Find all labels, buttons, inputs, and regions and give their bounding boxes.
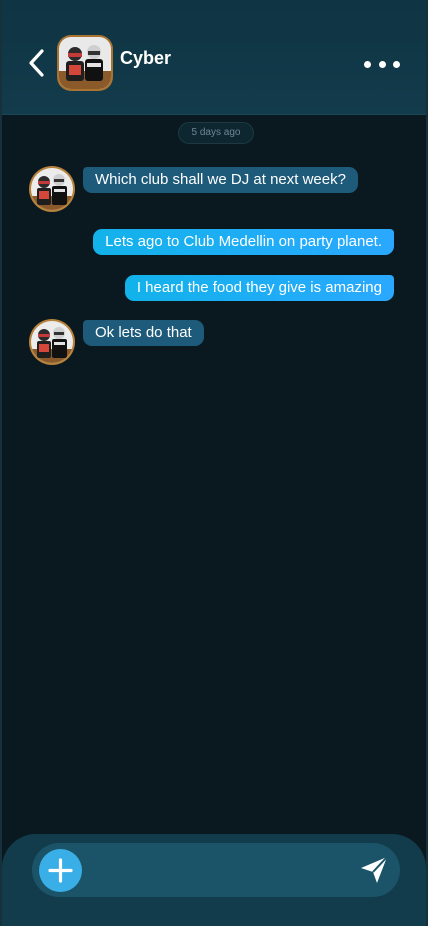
chevron-left-icon bbox=[29, 49, 44, 77]
back-button[interactable] bbox=[24, 46, 50, 80]
chat-screen: Cyber 5 days ago Which club shall we DJ … bbox=[0, 0, 428, 926]
more-horizontal-icon bbox=[364, 60, 371, 68]
sender-avatar[interactable] bbox=[31, 168, 73, 210]
avatar-image bbox=[31, 321, 73, 363]
sender-avatar[interactable] bbox=[31, 321, 73, 363]
add-attachment-button[interactable] bbox=[39, 849, 82, 892]
more-options-button[interactable] bbox=[364, 58, 400, 70]
message-composer bbox=[2, 834, 426, 926]
send-icon bbox=[361, 856, 388, 883]
message-bubble-incoming[interactable]: Which club shall we DJ at next week? bbox=[83, 167, 358, 193]
message-input[interactable] bbox=[92, 855, 346, 887]
avatar-image bbox=[59, 37, 111, 89]
plus-icon bbox=[48, 858, 73, 883]
composer-bar bbox=[32, 843, 400, 897]
chat-header: Cyber bbox=[2, 0, 426, 115]
message-bubble-incoming[interactable]: Ok lets do that bbox=[83, 320, 204, 346]
avatar-image bbox=[31, 168, 73, 210]
message-bubble-outgoing[interactable]: Lets ago to Club Medellin on party plane… bbox=[93, 229, 394, 255]
message-bubble-outgoing[interactable]: I heard the food they give is amazing bbox=[124, 275, 394, 301]
timestamp-badge: 5 days ago bbox=[178, 122, 254, 144]
send-button[interactable] bbox=[358, 854, 390, 886]
contact-name: Cyber bbox=[120, 48, 172, 68]
contact-avatar[interactable] bbox=[59, 37, 111, 89]
